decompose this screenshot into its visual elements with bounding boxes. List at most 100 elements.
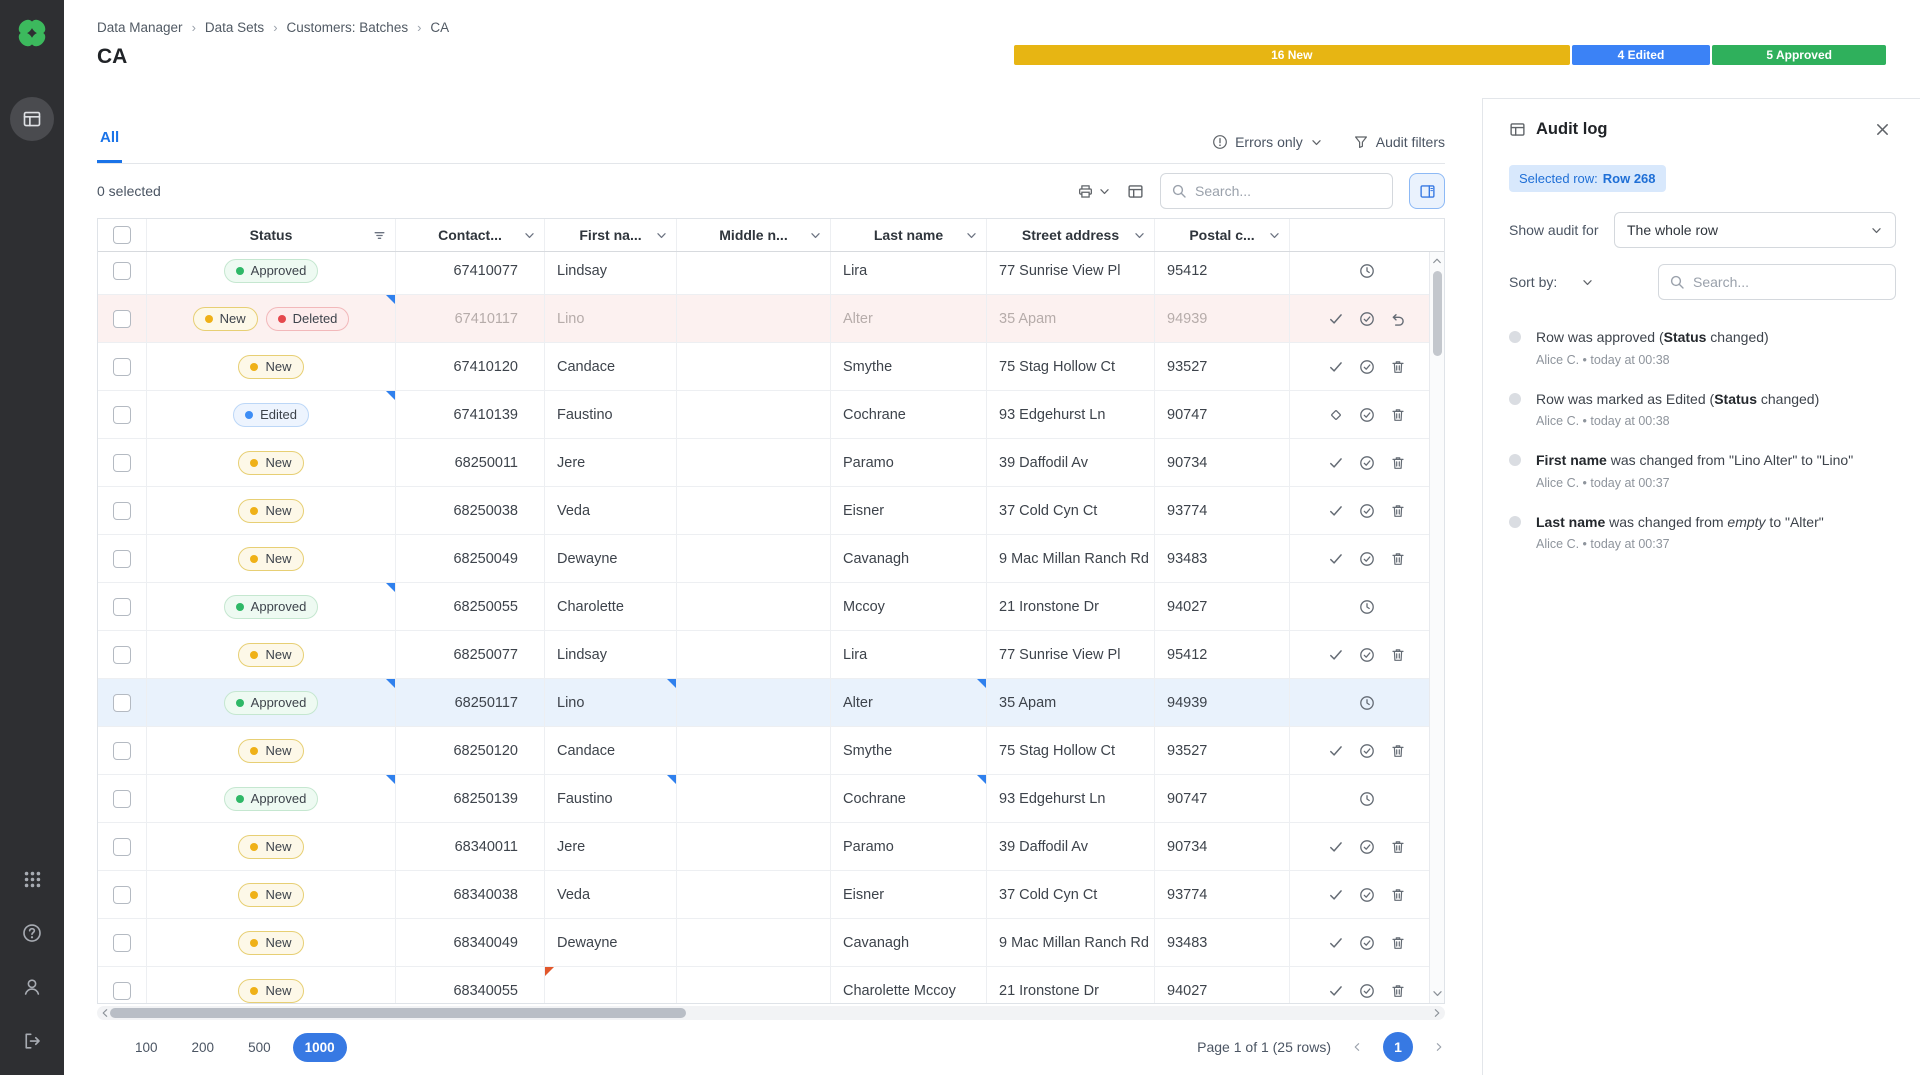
table-row[interactable]: New68340038VedaEisner37 Cold Cyn Ct93774	[98, 871, 1444, 919]
cell-last-name[interactable]: Smythe	[831, 343, 987, 390]
scroll-up-icon[interactable]	[1431, 255, 1443, 267]
cell-middle-name[interactable]	[677, 631, 831, 678]
cell-last-name[interactable]: Eisner	[831, 871, 987, 918]
help-button[interactable]	[22, 923, 42, 943]
cell-first-name[interactable]: Lindsay	[545, 631, 677, 678]
cell-status[interactable]: Approved	[147, 583, 396, 630]
cell-middle-name[interactable]	[677, 919, 831, 966]
cell-status[interactable]: New	[147, 535, 396, 582]
sidebar-item-data-tables[interactable]	[10, 97, 54, 141]
cell-status[interactable]: Approved	[147, 679, 396, 726]
delete-row-button[interactable]	[1386, 739, 1410, 763]
apps-menu-button[interactable]	[23, 870, 42, 889]
column-header-last[interactable]: Last name	[831, 219, 987, 251]
column-header-first[interactable]: First na...	[545, 219, 677, 251]
cell-status[interactable]: New	[147, 487, 396, 534]
breadcrumb-item[interactable]: Customers: Batches	[287, 20, 409, 35]
approve-row-button[interactable]	[1324, 979, 1348, 1003]
cell-contact[interactable]: 68250038	[396, 487, 545, 534]
table-row[interactable]: New68250011JereParamo39 Daffodil Av90734	[98, 439, 1444, 487]
delete-row-button[interactable]	[1386, 835, 1410, 859]
cell-status[interactable]: New	[147, 967, 396, 1003]
cell-postal-code[interactable]: 93483	[1155, 535, 1290, 582]
cell-postal-code[interactable]: 90734	[1155, 823, 1290, 870]
cell-middle-name[interactable]	[677, 775, 831, 822]
delete-row-button[interactable]	[1386, 499, 1410, 523]
restore-row-button[interactable]	[1386, 307, 1410, 331]
verify-row-button[interactable]	[1355, 643, 1379, 667]
cell-street-address[interactable]: 9 Mac Millan Ranch Rd	[987, 919, 1155, 966]
approve-row-button[interactable]	[1324, 883, 1348, 907]
cell-postal-code[interactable]: 93527	[1155, 727, 1290, 774]
tab-all[interactable]: All	[97, 129, 122, 163]
delete-row-button[interactable]	[1386, 355, 1410, 379]
cell-last-name[interactable]: Charolette Mccoy	[831, 967, 987, 1003]
close-panel-button[interactable]	[1868, 115, 1896, 143]
export-button[interactable]	[1077, 183, 1111, 200]
display-settings-button[interactable]	[1127, 183, 1144, 200]
column-header-street[interactable]: Street address	[987, 219, 1155, 251]
cell-first-name[interactable]: Dewayne	[545, 535, 677, 582]
row-checkbox[interactable]	[113, 502, 131, 520]
table-row[interactable]: New68250049DewayneCavanagh9 Mac Millan R…	[98, 535, 1444, 583]
row-checkbox[interactable]	[113, 550, 131, 568]
cell-postal-code[interactable]: 93774	[1155, 871, 1290, 918]
logout-button[interactable]	[22, 1031, 42, 1051]
page-size-200[interactable]: 200	[180, 1033, 227, 1062]
cell-street-address[interactable]: 37 Cold Cyn Ct	[987, 871, 1155, 918]
breadcrumb-item[interactable]: Data Manager	[97, 20, 183, 35]
cell-last-name[interactable]: Mccoy	[831, 583, 987, 630]
cell-status[interactable]: New	[147, 919, 396, 966]
cell-first-name[interactable]: Candace	[545, 343, 677, 390]
cell-last-name[interactable]: Paramo	[831, 823, 987, 870]
cell-first-name[interactable]: Lino	[545, 679, 677, 726]
cell-street-address[interactable]: 21 Ironstone Dr	[987, 967, 1155, 1003]
cell-first-name[interactable]: Charolette	[545, 583, 677, 630]
vertical-scroll-thumb[interactable]	[1433, 271, 1442, 356]
approve-row-button[interactable]	[1324, 547, 1348, 571]
table-row[interactable]: New68250120CandaceSmythe75 Stag Hollow C…	[98, 727, 1444, 775]
cell-first-name[interactable]	[545, 967, 677, 1003]
table-row[interactable]: Approved67410077LindsayLira77 Sunrise Vi…	[98, 252, 1444, 295]
cell-postal-code[interactable]: 90747	[1155, 775, 1290, 822]
cell-last-name[interactable]: Lira	[831, 631, 987, 678]
table-row[interactable]: New67410120CandaceSmythe75 Stag Hollow C…	[98, 343, 1444, 391]
cell-middle-name[interactable]	[677, 823, 831, 870]
verify-row-button[interactable]	[1355, 883, 1379, 907]
verify-row-button[interactable]	[1355, 979, 1379, 1003]
approve-row-button[interactable]	[1324, 931, 1348, 955]
verify-row-button[interactable]	[1355, 403, 1379, 427]
cell-street-address[interactable]: 9 Mac Millan Ranch Rd	[987, 535, 1155, 582]
current-page-button[interactable]: 1	[1383, 1032, 1413, 1062]
table-row[interactable]: New68340049DewayneCavanagh9 Mac Millan R…	[98, 919, 1444, 967]
cell-street-address[interactable]: 77 Sunrise View Pl	[987, 252, 1155, 294]
cell-contact[interactable]: 67410139	[396, 391, 545, 438]
cell-middle-name[interactable]	[677, 252, 831, 294]
audit-scope-select[interactable]: The whole row	[1614, 212, 1896, 248]
column-header-contact[interactable]: Contact...	[396, 219, 545, 251]
cell-contact[interactable]: 68250055	[396, 583, 545, 630]
cell-postal-code[interactable]: 94027	[1155, 583, 1290, 630]
breadcrumb-item[interactable]: Data Sets	[205, 20, 264, 35]
audit-log-toggle-button[interactable]	[1409, 173, 1445, 209]
cell-postal-code[interactable]: 94939	[1155, 679, 1290, 726]
cell-contact[interactable]: 67410077	[396, 252, 545, 294]
table-row[interactable]: Approved68250055CharoletteMccoy21 Ironst…	[98, 583, 1444, 631]
approve-row-button[interactable]	[1324, 451, 1348, 475]
cell-last-name[interactable]: Cavanagh	[831, 535, 987, 582]
row-checkbox[interactable]	[113, 262, 131, 280]
cell-first-name[interactable]: Veda	[545, 487, 677, 534]
row-checkbox[interactable]	[113, 406, 131, 424]
errors-only-toggle[interactable]: Errors only	[1212, 134, 1323, 150]
table-row[interactable]: New68340055Charolette Mccoy21 Ironstone …	[98, 967, 1444, 1003]
scroll-down-icon[interactable]	[1431, 987, 1444, 1000]
page-size-100[interactable]: 100	[123, 1033, 170, 1062]
verify-row-button[interactable]	[1355, 547, 1379, 571]
verify-row-button[interactable]	[1355, 739, 1379, 763]
cell-contact[interactable]: 68250077	[396, 631, 545, 678]
cell-contact[interactable]: 67410117	[396, 295, 545, 342]
cell-postal-code[interactable]: 95412	[1155, 252, 1290, 294]
verify-row-button[interactable]	[1355, 451, 1379, 475]
cell-status[interactable]: New	[147, 343, 396, 390]
cell-status[interactable]: NewDeleted	[147, 295, 396, 342]
